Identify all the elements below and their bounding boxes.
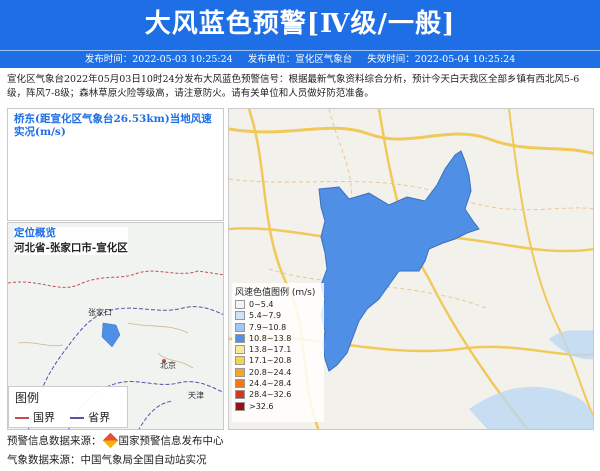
wind-legend-item: 24.4~28.4 bbox=[235, 378, 321, 389]
warning-banner: 大风蓝色预警[Ⅳ级/一般] bbox=[0, 0, 600, 50]
wind-swatch-icon bbox=[235, 322, 245, 332]
wind-legend-label: 10.8~13.8 bbox=[249, 333, 292, 343]
publish-time: 发布时间：2022-05-03 10:25:24 bbox=[84, 54, 233, 65]
wind-swatch-icon bbox=[235, 333, 245, 343]
wind-swatch-icon bbox=[235, 356, 245, 366]
locate-header: 定位概览 河北省-张家口市-宣化区 bbox=[14, 227, 128, 255]
wind-legend-item: 17.1~20.8 bbox=[235, 355, 321, 366]
wind-legend-item: 28.4~32.6 bbox=[235, 389, 321, 400]
wind-swatch-icon bbox=[235, 390, 245, 400]
wind-legend: 风速色值图例 (m/s) 0~5.4 5.4~7.9 7.9~10.8 10.8… bbox=[232, 283, 324, 422]
warning-source-name: 国家预警信息发布中心 bbox=[118, 435, 224, 447]
wind-legend-label: 5.4~7.9 bbox=[249, 311, 282, 321]
meta-bar: 发布时间：2022-05-03 10:25:24 发布单位：宣化区气象台 失效时… bbox=[0, 50, 600, 68]
weather-source: 气象数据来源：中国气象局全国自动站实况 bbox=[7, 454, 207, 466]
wind-swatch-icon bbox=[235, 345, 245, 355]
wind-legend-label: 28.4~32.6 bbox=[249, 390, 292, 400]
legend-national-border-label: 国界 bbox=[33, 411, 55, 424]
warning-title: 大风蓝色预警[Ⅳ级/一般] bbox=[144, 9, 456, 39]
province-border-line-icon bbox=[70, 417, 85, 419]
wind-legend-label: 20.8~24.4 bbox=[249, 367, 292, 377]
wind-legend-label: 17.1~20.8 bbox=[249, 356, 292, 366]
expire-time: 失效时间：2022-05-04 10:25:24 bbox=[367, 54, 516, 65]
legend-province-border-label: 省界 bbox=[88, 411, 111, 424]
location-text: 河北省-张家口市-宣化区 bbox=[14, 242, 128, 254]
national-border-line-icon bbox=[15, 417, 29, 419]
warning-source: 预警信息数据来源： 国家预警信息发布中心 bbox=[7, 432, 224, 448]
wind-swatch-icon bbox=[235, 311, 245, 321]
map-label-beijing: 北京 bbox=[160, 360, 176, 370]
wind-legend-item: 13.8~17.1 bbox=[235, 344, 321, 355]
wind-swatch-icon bbox=[235, 379, 245, 389]
wind-legend-label: 7.9~10.8 bbox=[249, 322, 287, 332]
wind-swatch-icon bbox=[235, 367, 245, 377]
warning-description: 宣化区气象台2022年05月03日10时24分发布大风蓝色预警信号：根据最新气象… bbox=[7, 74, 580, 99]
station-panel: 桥东(距宣化区气象台26.53km)当地风速实况(m/s) bbox=[7, 108, 224, 221]
wind-swatch-icon bbox=[235, 300, 245, 309]
wind-legend-label: 24.4~28.4 bbox=[249, 379, 292, 389]
wind-legend-item: >32.6 bbox=[235, 401, 321, 412]
overview-legend: 图例 国界 省界 bbox=[8, 386, 128, 428]
station-title: 桥东(距宣化区气象台26.53km)当地风速实况(m/s) bbox=[14, 113, 212, 138]
publisher: 发布单位：宣化区气象台 bbox=[247, 54, 353, 65]
warning-center-logo-icon bbox=[102, 432, 118, 448]
wind-legend-item: 7.9~10.8 bbox=[235, 322, 321, 333]
locate-title: 定位概览 bbox=[14, 227, 56, 239]
wind-swatch-icon bbox=[235, 401, 245, 411]
wind-legend-label: 0~5.4 bbox=[249, 300, 274, 309]
wind-legend-title: 风速色值图例 (m/s) bbox=[235, 288, 316, 298]
warning-source-label: 预警信息数据来源： bbox=[7, 435, 102, 447]
wind-legend-label: 13.8~17.1 bbox=[249, 345, 292, 355]
map-label-tianjin: 天津 bbox=[188, 390, 204, 400]
wind-legend-item: 10.8~13.8 bbox=[235, 333, 321, 344]
wind-legend-label: >32.6 bbox=[249, 401, 274, 411]
wind-legend-item: 5.4~7.9 bbox=[235, 310, 321, 321]
legend-province-border: 省界 bbox=[70, 409, 110, 425]
wind-legend-item: 20.8~24.4 bbox=[235, 367, 321, 378]
wind-legend-item: 0~5.4 bbox=[235, 299, 321, 310]
overview-legend-title: 图例 bbox=[15, 391, 40, 405]
legend-national-border: 国界 bbox=[15, 409, 55, 425]
map-label-zhangjiakou: 张家口 bbox=[88, 307, 112, 317]
